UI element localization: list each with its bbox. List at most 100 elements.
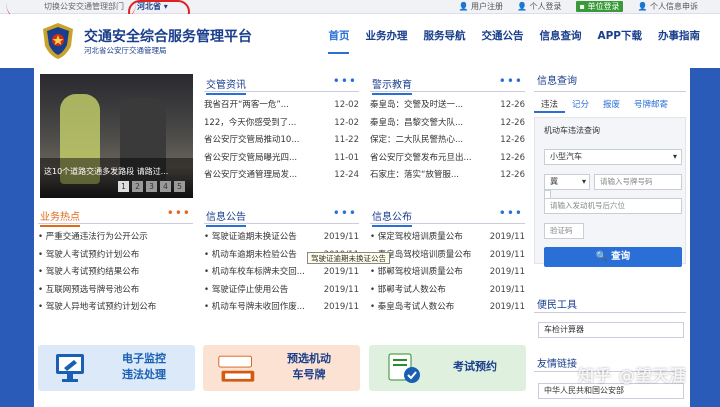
register-label: 用户注册 xyxy=(471,2,503,11)
item-title: • 机动车号牌未收回作废... xyxy=(204,302,305,312)
publish-panel-title: 信息公布 xyxy=(372,208,412,227)
list-item[interactable]: 我省召开“两客一危”... 12-02 xyxy=(204,97,359,115)
nav-guide[interactable]: 办事指南 xyxy=(658,28,700,54)
list-item[interactable]: • 秦皇岛驾校培训质量公布2019/11 xyxy=(370,247,525,265)
news-panel-title: 交管资讯 xyxy=(206,76,246,95)
list-item[interactable]: • 互联网预选号牌号池公布 xyxy=(38,282,193,300)
item-title: • 驾驶人考试预约计划公布 xyxy=(38,249,140,260)
more-icon[interactable]: ••• xyxy=(333,206,357,220)
site-subtitle: 河北省公安厅交通管理局 xyxy=(84,46,167,55)
query-button-label: 查询 xyxy=(611,251,631,262)
search-icon: 🔍 xyxy=(595,251,608,262)
item-title: 省公安厅交管局推动10... xyxy=(204,135,300,145)
nav-service-guide[interactable]: 服务导航 xyxy=(423,28,465,54)
more-icon[interactable]: ••• xyxy=(167,206,191,220)
item-date: 2019/11 xyxy=(489,249,525,260)
vehicle-type-select[interactable]: 小型汽车 ▾ xyxy=(544,149,682,165)
list-item[interactable]: 保定：二大队民警热心... 12-26 xyxy=(370,132,525,150)
news-panel: 交管资讯 ••• 我省召开“两客一危”... 12-02 122，今天你感受到了..… xyxy=(204,74,359,185)
appointment-icon xyxy=(388,353,420,383)
nav-announcements[interactable]: 交通公告 xyxy=(481,28,523,54)
slider-page-3[interactable]: 3 xyxy=(146,181,157,192)
item-date: 2019/11 xyxy=(489,232,525,242)
list-item[interactable]: • 驾驶证停止使用公告 2019/11 xyxy=(204,282,359,300)
unit-login-button[interactable]: ▪ 单位登录 xyxy=(575,1,624,12)
item-title: • 驾驶人考试预约结果公布 xyxy=(38,267,140,277)
query-form: 机动车违法查询 xyxy=(534,117,686,264)
item-title: 秦皇岛：昌黎交警大队... xyxy=(370,117,464,128)
list-item[interactable]: • 保定驾校培训质量公布 2019/11 xyxy=(370,229,525,247)
list-item[interactable]: 省公安厅交通管理局发... 12-24 xyxy=(204,167,359,185)
slider-caption: 这10个道路交通多发路段 请路过... 1 2 3 4 5 xyxy=(40,158,193,198)
list-item[interactable]: • 机动车校车标牌未交回... 2019/11 xyxy=(204,264,359,282)
news-photo-slider[interactable]: 这10个道路交通多发路段 请路过... 1 2 3 4 5 xyxy=(40,74,193,198)
list-item[interactable]: • 驾驶人异地考试预约计划公布 xyxy=(38,299,193,317)
list-item[interactable]: 石家庄：落实“放管服... 12-26 xyxy=(370,167,525,185)
list-item[interactable]: 122，今天你感受到了... 12-02 xyxy=(204,115,359,133)
captcha-input[interactable]: 验证码 xyxy=(544,223,584,239)
item-title: 122，今天你感受到了... xyxy=(204,117,297,128)
more-icon[interactable]: ••• xyxy=(499,206,523,220)
plate-number-input[interactable]: 请输入号牌号码 xyxy=(594,174,682,190)
item-date: 12-24 xyxy=(334,170,359,180)
query-button[interactable]: 🔍 查询 xyxy=(544,247,682,267)
tile-electronic-monitoring[interactable]: 电子监控 违法处理 xyxy=(38,345,195,391)
list-item[interactable]: 秦皇岛：昌黎交警大队... 12-26 xyxy=(370,115,525,133)
item-text: 邯郸驾校培训质量公布 xyxy=(377,267,463,277)
list-item[interactable]: 省公安厅交警发布元旦出... 12-26 xyxy=(370,150,525,168)
tile-plate-preselection[interactable]: 预选机动 车号牌 xyxy=(203,345,360,391)
province-select[interactable]: 冀 ▾ xyxy=(544,174,590,190)
item-date: 2019/11 xyxy=(323,302,359,312)
tab-scrap[interactable]: 报废 xyxy=(596,97,627,113)
item-text: 机动车校车标牌未交回... xyxy=(211,267,305,277)
list-item[interactable]: • 驾驶证逾期未换证公告 2019/11 xyxy=(204,229,359,247)
list-item[interactable]: • 机动车号牌未收回作废... 2019/11 xyxy=(204,299,359,317)
list-item[interactable]: 秦皇岛：交警及时送一... 12-26 xyxy=(370,97,525,115)
list-item[interactable]: • 驾驶人考试预约结果公布 xyxy=(38,264,193,282)
slider-page-2[interactable]: 2 xyxy=(132,181,143,192)
tile-label: 电子监控 违法处理 xyxy=(104,351,184,383)
appeal-link[interactable]: 👤 个人信息申诉 xyxy=(637,1,698,12)
personal-login-link[interactable]: 👤 个人登录 xyxy=(517,1,562,12)
slider-page-5[interactable]: 5 xyxy=(174,181,185,192)
tile-label-line1: 电子监控 xyxy=(122,352,166,365)
slider-page-4[interactable]: 4 xyxy=(160,181,171,192)
tile-label-line1: 预选机动 xyxy=(287,352,331,365)
list-item[interactable]: 省公安厅交管局曝光四... 11-01 xyxy=(204,150,359,168)
info-publish-panel: 信息公布 ••• • 保定驾校培训质量公布2019/11 • 秦皇岛驾校培训质量公… xyxy=(370,206,525,317)
item-title: • 邯郸驾校培训质量公布 xyxy=(370,267,463,277)
nav-info-query[interactable]: 信息查询 xyxy=(539,28,581,54)
tab-plate-mail[interactable]: 号牌邮寄 xyxy=(627,97,675,113)
more-icon[interactable]: ••• xyxy=(333,74,357,88)
hover-tooltip: 驾驶证逾期未换证公告 xyxy=(307,252,390,264)
slider-page-1[interactable]: 1 xyxy=(118,181,129,192)
nav-home[interactable]: 首页 xyxy=(328,28,350,54)
register-link[interactable]: 👤 用户注册 xyxy=(458,1,503,12)
engine-number-input[interactable]: 请输入发动机号后六位 xyxy=(544,198,682,214)
more-icon[interactable]: ••• xyxy=(499,74,523,88)
nav-app-download[interactable]: APP下载 xyxy=(597,28,642,54)
item-title: 我省召开“两客一危”... xyxy=(204,100,289,110)
list-item[interactable]: • 严重交通违法行为公开公示 xyxy=(38,229,193,247)
list-item[interactable]: • 邯郸驾校培训质量公布 2019/11 xyxy=(370,264,525,282)
car-inspection-calculator-link[interactable]: 车检计算器 xyxy=(538,322,684,338)
item-date: 12-26 xyxy=(500,135,525,145)
tab-points[interactable]: 记分 xyxy=(565,97,596,113)
item-title: 省公安厅交警发布元旦出... xyxy=(370,152,472,163)
item-text: 严重交通违法行为公开公示 xyxy=(45,232,148,242)
item-text: 驾驶证停止使用公告 xyxy=(211,284,289,295)
tab-violation[interactable]: 违法 xyxy=(534,97,566,113)
list-item[interactable]: 省公安厅交管局推动10... 11-22 xyxy=(204,132,359,150)
item-date: 2019/11 xyxy=(323,267,359,277)
list-item[interactable]: • 驾驶人考试预约计划公布 xyxy=(38,247,193,265)
item-text: 机动车逾期未检验公告 xyxy=(211,249,297,260)
item-text: 驾驶人异地考试预约计划公布 xyxy=(45,302,157,312)
item-title: • 互联网预选号牌号池公布 xyxy=(38,284,140,295)
warning-panel: 警示教育 ••• 秦皇岛：交警及时送一... 12-26 秦皇岛：昌黎交警大队...… xyxy=(370,74,525,185)
list-item[interactable]: • 邯郸考试人数公布 2019/11 xyxy=(370,282,525,300)
tile-exam-appointment[interactable]: 考试预约 xyxy=(369,345,526,391)
list-item[interactable]: • 秦皇岛考试人数公布 2019/11 xyxy=(370,299,525,317)
item-title: • 驾驶人异地考试预约计划公布 xyxy=(38,302,157,312)
item-title: • 邯郸考试人数公布 xyxy=(370,284,446,295)
nav-business[interactable]: 业务办理 xyxy=(365,28,407,54)
